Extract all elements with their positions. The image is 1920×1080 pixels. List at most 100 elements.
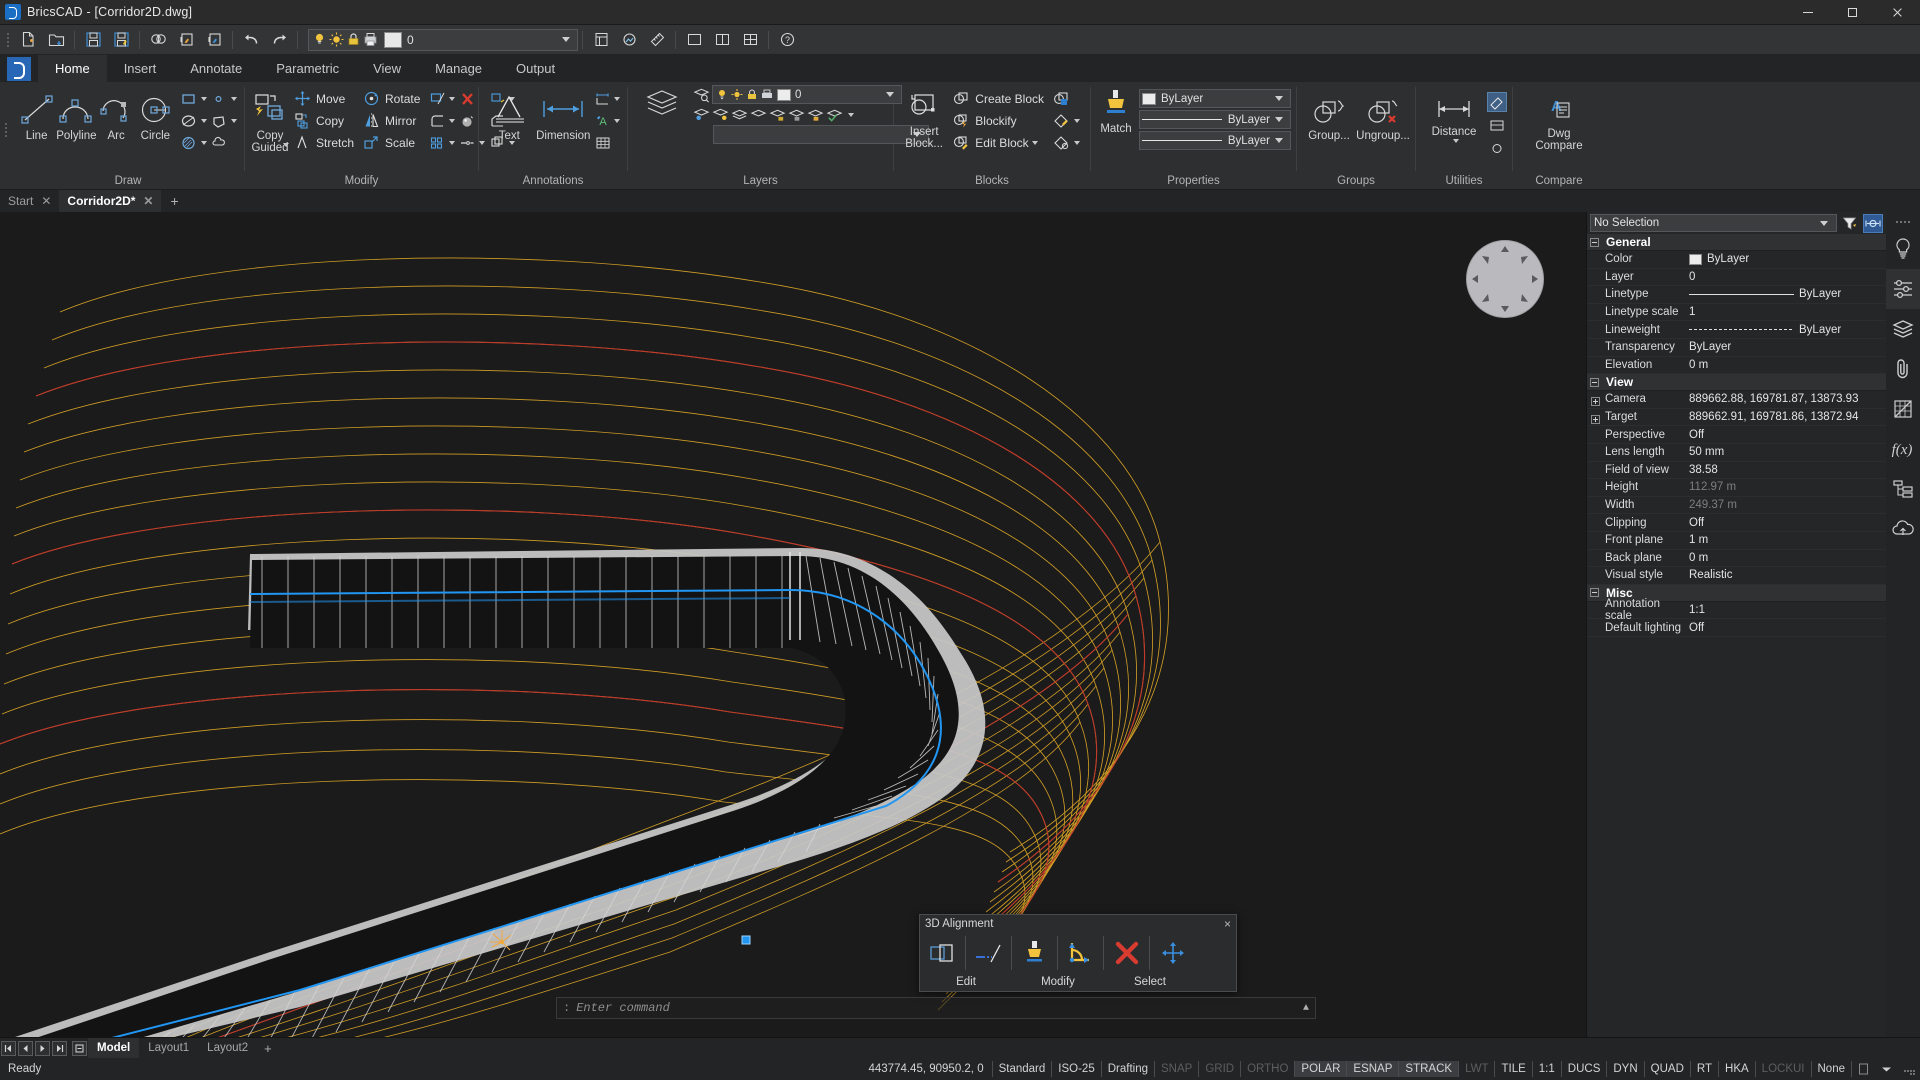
ribbon-grip[interactable] [3, 86, 9, 174]
drawing-canvas[interactable]: X Y [0, 212, 1586, 1037]
blockify-button[interactable]: Blockify [949, 110, 1049, 131]
layout-tab-model[interactable]: Model [88, 1037, 140, 1059]
last-layout-button[interactable] [52, 1040, 67, 1056]
text-button[interactable]: Text [484, 86, 535, 142]
property-row-linetype-scale[interactable]: Linetype scale 1 [1587, 304, 1886, 322]
collapse-icon[interactable] [1590, 237, 1599, 247]
expand-icon[interactable] [1591, 414, 1600, 424]
selection-combo[interactable]: No Selection [1590, 214, 1837, 232]
table-button[interactable] [592, 132, 622, 153]
chevron-down-icon[interactable] [200, 118, 207, 123]
status-drafting[interactable]: Drafting [1100, 1061, 1154, 1077]
linetype-property-combo[interactable]: ByLayer [1139, 110, 1291, 129]
chevron-down-icon[interactable] [1820, 220, 1828, 226]
property-value[interactable]: 38.58 [1687, 464, 1886, 476]
save-as-button[interactable] [108, 28, 134, 52]
properties-group-view[interactable]: View [1587, 374, 1886, 392]
edit-block-button[interactable]: Edit Block [949, 132, 1049, 153]
close-icon[interactable]: ✕ [41, 194, 51, 208]
layout-tab-layout1[interactable]: Layout1 [139, 1038, 198, 1059]
sheetset-button[interactable] [588, 28, 614, 52]
chevron-down-icon[interactable] [230, 96, 237, 101]
next-layout-button[interactable] [35, 1040, 50, 1056]
new-document-tab-button[interactable]: + [161, 190, 187, 212]
import-button[interactable] [201, 28, 227, 52]
layer-merge-icon[interactable] [769, 106, 786, 123]
viewport-4-button[interactable] [737, 28, 763, 52]
status-polar[interactable]: POLAR [1294, 1061, 1347, 1077]
property-row-default-lighting[interactable]: Default lighting Off [1587, 619, 1886, 637]
property-row-lineweight[interactable]: Lineweight ByLayer [1587, 321, 1886, 339]
undo-button[interactable] [238, 28, 264, 52]
layout-list-button[interactable] [72, 1040, 87, 1056]
status-snap[interactable]: SNAP [1154, 1061, 1198, 1077]
status-strack[interactable]: STRACK [1398, 1061, 1459, 1077]
fillet-button[interactable] [427, 110, 457, 131]
chevron-down-icon[interactable] [449, 140, 456, 145]
property-value[interactable]: 1 m [1687, 534, 1886, 546]
status-tile[interactable]: TILE [1494, 1061, 1531, 1077]
rail-sheetset-button[interactable] [1886, 389, 1920, 429]
property-row-field-of-view[interactable]: Field of view 38.58 [1587, 462, 1886, 480]
dwg-compare-button[interactable]: A Dwg Compare [1526, 88, 1592, 152]
property-row-layer[interactable]: Layer 0 [1587, 269, 1886, 287]
delete-button[interactable] [1104, 934, 1149, 972]
ribbon-tab-output[interactable]: Output [499, 55, 572, 82]
create-block-button[interactable]: Create Block [949, 88, 1049, 109]
help-button[interactable]: ? [774, 28, 800, 52]
layer-isolate-icon[interactable] [731, 106, 748, 123]
property-row-target[interactable]: Target 889662.91, 169781.86, 13872.94 [1587, 409, 1886, 427]
layer-match-icon[interactable] [826, 106, 843, 123]
status-lockui[interactable]: LOCKUI [1754, 1061, 1811, 1077]
chevron-down-icon[interactable] [562, 37, 570, 42]
previous-layout-button[interactable] [18, 1040, 33, 1056]
status-dyn[interactable]: DYN [1606, 1061, 1643, 1077]
rail-attachments-button[interactable] [1886, 349, 1920, 389]
distance-button[interactable]: Distance [1421, 90, 1487, 143]
property-row-back-plane[interactable]: Back plane 0 m [1587, 550, 1886, 568]
ungroup-button[interactable]: Ungroup... [1356, 92, 1410, 142]
status-ducs[interactable]: DUCS [1560, 1061, 1607, 1077]
viewport-1-button[interactable] [681, 28, 707, 52]
ribbon-tab-insert[interactable]: Insert [107, 55, 174, 82]
text-style-button[interactable]: A [592, 110, 622, 131]
property-value[interactable]: 50 mm [1687, 446, 1886, 458]
status-ortho[interactable]: ORTHO [1240, 1061, 1294, 1077]
3d-alignment-toolbar[interactable]: 3D Alignment × Edit Modify Select [919, 914, 1237, 992]
utilities-more-icon[interactable] [1487, 138, 1507, 158]
measure-button[interactable] [644, 28, 670, 52]
dimension-style-button[interactable] [592, 88, 622, 109]
layer-lock-toggle-icon[interactable] [788, 106, 805, 123]
layer-unisolate-icon[interactable] [750, 106, 767, 123]
redo-button[interactable] [266, 28, 292, 52]
document-tab-corridor2d[interactable]: Corridor2D* ✕ [59, 190, 162, 212]
trim-button[interactable] [427, 88, 457, 109]
layer-freeze-icon2[interactable] [712, 106, 729, 123]
property-value-cell[interactable]: ByLayer [1687, 288, 1886, 300]
property-value-cell[interactable]: ByLayer [1687, 253, 1886, 265]
chevron-down-icon[interactable] [1275, 138, 1283, 143]
ribbon-tab-parametric[interactable]: Parametric [259, 55, 356, 82]
inquiry-icon[interactable] [1487, 115, 1507, 135]
array-button[interactable] [427, 132, 457, 153]
mirror-button[interactable]: Mirror [359, 110, 425, 131]
stretch-button[interactable]: Stretch [290, 132, 359, 153]
ribbon-tab-view[interactable]: View [356, 55, 418, 82]
layout-tab-layout2[interactable]: Layout2 [198, 1038, 257, 1059]
save-block-button[interactable] [1049, 88, 1085, 109]
chevron-down-icon[interactable] [1275, 96, 1283, 101]
move-button[interactable]: Move [290, 88, 359, 109]
add-layout-button[interactable]: + [257, 1041, 279, 1056]
rail-cloud-button[interactable] [1886, 509, 1920, 549]
insert-block-button[interactable]: Insert Block... [899, 86, 949, 150]
first-layout-button[interactable] [1, 1040, 16, 1056]
revision-cloud-button[interactable] [209, 132, 239, 153]
quick-select-button[interactable] [1863, 213, 1883, 233]
match-properties-button[interactable] [1012, 934, 1057, 972]
collapse-icon[interactable] [1590, 588, 1599, 598]
open-drawing-button[interactable] [43, 28, 69, 52]
status-standard[interactable]: Standard [991, 1061, 1052, 1077]
align-line-button[interactable] [966, 934, 1011, 972]
export-button[interactable] [173, 28, 199, 52]
close-button[interactable] [1875, 0, 1920, 25]
